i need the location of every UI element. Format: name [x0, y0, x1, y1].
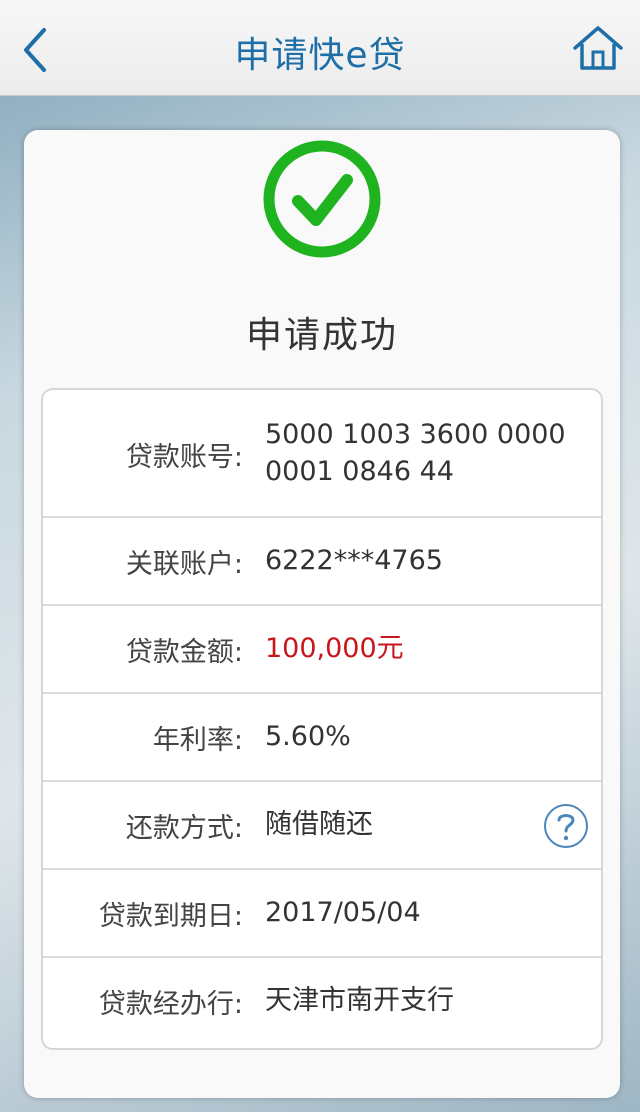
loan-amount-value: 100,000元 [265, 633, 404, 664]
home-icon [573, 26, 623, 70]
loan-account-value-line1: 5000 1003 3600 0000 [265, 419, 566, 450]
linked-account-value: 6222***4765 [265, 545, 443, 576]
loan-account-value-line2: 0001 0846 44 [265, 456, 454, 487]
question-mark-icon[interactable] [543, 803, 589, 849]
annual-rate-label: 年利率: [152, 725, 243, 756]
home-button[interactable] [568, 18, 628, 78]
handling-branch-value: 天津市南开支行 [265, 985, 454, 1016]
row-repayment-method: 还款方式: 随借随还 [43, 782, 601, 870]
handling-branch-label: 贷款经办行: [98, 989, 243, 1020]
result-card: 申请成功 贷款账号: 5000 1003 3600 0000 0001 0846… [24, 130, 620, 1098]
row-loan-account: 贷款账号: 5000 1003 3600 0000 0001 0846 44 [43, 390, 601, 518]
repayment-method-label: 还款方式: [125, 813, 243, 844]
loan-amount-label: 贷款金额: [125, 637, 243, 668]
loan-details-table: 贷款账号: 5000 1003 3600 0000 0001 0846 44 关… [41, 388, 603, 1050]
row-handling-branch: 贷款经办行: 天津市南开支行 [43, 958, 601, 1048]
row-annual-rate: 年利率: 5.60% [43, 694, 601, 782]
checkmark-circle-icon [263, 140, 381, 258]
due-date-value: 2017/05/04 [265, 897, 421, 928]
linked-account-label: 关联账户: [125, 549, 243, 580]
success-message: 申请成功 [245, 315, 398, 356]
page-title: 申请快e贷 [234, 35, 406, 76]
row-due-date: 贷款到期日: 2017/05/04 [43, 870, 601, 958]
annual-rate-value: 5.60% [265, 721, 351, 752]
row-loan-amount: 贷款金额: 100,000元 [43, 606, 601, 694]
loan-account-label: 贷款账号: [125, 442, 243, 473]
due-date-label: 贷款到期日: [98, 901, 243, 932]
navigation-bar: 申请快e贷 [0, 0, 640, 96]
row-linked-account: 关联账户: 6222***4765 [43, 518, 601, 606]
